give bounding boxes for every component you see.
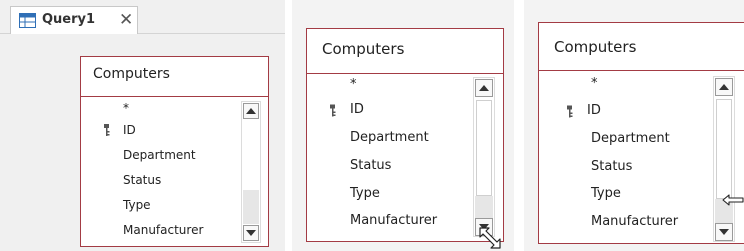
field-list-computers[interactable]: Computers * ID Department Status Type Ma… (538, 22, 744, 244)
scroll-track[interactable] (243, 190, 259, 224)
field-row-id[interactable]: ID (123, 123, 136, 137)
query-designer-panel-1: Query1 ✕ Computers * ID Department Statu… (0, 0, 285, 251)
field-list-computers[interactable]: Computers * ID Department Status Type Ma… (306, 28, 504, 242)
field-row-id[interactable]: ID (350, 102, 364, 117)
resize-diagonal-cursor-icon (479, 227, 501, 249)
query-datasheet-icon (19, 13, 36, 28)
query-designer-panel-3: Computers * ID Department Status Type Ma… (524, 0, 744, 251)
scroll-up-arrow-icon (719, 84, 729, 90)
primary-key-icon (104, 124, 110, 136)
resize-horizontal-cursor-icon (722, 194, 744, 206)
field-list-title[interactable]: Computers (322, 40, 404, 58)
field-list-title[interactable]: Computers (93, 66, 170, 82)
scroll-down-arrow-icon (719, 229, 729, 235)
vertical-scrollbar[interactable] (241, 101, 261, 243)
field-row-all[interactable]: * (123, 101, 129, 115)
field-list-computers[interactable]: Computers * ID Department Status Type Ma… (80, 56, 269, 247)
field-row-all[interactable]: * (350, 77, 357, 92)
field-list-separator (539, 70, 744, 71)
tab-label: Query1 (42, 12, 96, 27)
tab-query1[interactable]: Query1 ✕ (10, 6, 138, 34)
field-row-department[interactable]: Department (350, 130, 429, 145)
field-row-status[interactable]: Status (591, 159, 632, 174)
scroll-up-arrow-icon (246, 108, 256, 114)
field-row-type[interactable]: Type (350, 186, 380, 201)
field-row-status[interactable]: Status (350, 158, 391, 173)
scroll-thumb[interactable] (476, 100, 492, 196)
field-row-all[interactable]: * (591, 76, 598, 91)
field-row-manufacturer[interactable]: Manufacturer (123, 223, 203, 237)
query-designer-panel-2: Computers * ID Department Status Type Ma… (292, 0, 514, 251)
close-icon[interactable]: ✕ (119, 8, 133, 32)
document-tab-strip: Query1 ✕ (0, 0, 285, 34)
field-row-department[interactable]: Department (123, 148, 196, 162)
scroll-thumb[interactable] (716, 99, 732, 199)
field-list-separator (307, 73, 503, 74)
field-row-type[interactable]: Type (591, 186, 621, 201)
scroll-down-button[interactable] (243, 225, 259, 241)
scroll-down-arrow-icon (246, 230, 256, 236)
primary-key-icon (330, 104, 336, 117)
scroll-up-button[interactable] (475, 79, 493, 97)
field-row-manufacturer[interactable]: Manufacturer (350, 213, 437, 228)
field-row-department[interactable]: Department (591, 131, 670, 146)
field-row-status[interactable]: Status (123, 173, 161, 187)
field-row-type[interactable]: Type (123, 198, 151, 212)
field-row-manufacturer[interactable]: Manufacturer (591, 214, 678, 229)
field-row-id[interactable]: ID (587, 103, 601, 118)
vertical-scrollbar[interactable] (473, 77, 495, 237)
scroll-track[interactable] (475, 196, 493, 218)
vertical-scrollbar[interactable] (713, 76, 735, 242)
field-list-title[interactable]: Computers (554, 38, 636, 56)
scroll-down-button[interactable] (715, 223, 733, 241)
primary-key-icon (567, 105, 573, 118)
scroll-up-button[interactable] (715, 78, 733, 96)
scroll-up-button[interactable] (243, 103, 259, 119)
scroll-up-arrow-icon (479, 85, 489, 91)
field-list-separator (81, 96, 268, 97)
